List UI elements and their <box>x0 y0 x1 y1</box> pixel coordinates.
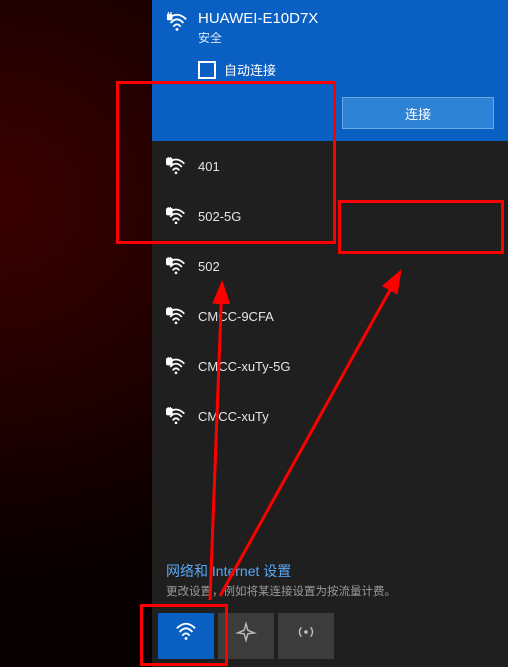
network-name: CMCC-xuTy-5G <box>198 359 290 374</box>
wifi-secured-icon <box>166 405 188 427</box>
quick-toggles <box>152 605 508 667</box>
wifi-secured-icon <box>166 255 188 277</box>
network-settings-desc: 更改设置，例如将某连接设置为按流量计费。 <box>152 581 508 605</box>
wifi-secured-icon <box>166 355 188 377</box>
network-name: 502-5G <box>198 209 241 224</box>
network-name: 502 <box>198 259 220 274</box>
network-item[interactable]: CMCC-xuTy <box>152 391 508 441</box>
network-item[interactable]: CMCC-xuTy-5G <box>152 341 508 391</box>
selected-network-panel[interactable]: HUAWEI-E10D7X 安全 自动连接 连接 <box>152 0 508 141</box>
network-settings-link[interactable]: 网络和 Internet 设置 <box>152 561 508 581</box>
network-item[interactable]: CMCC-9CFA <box>152 291 508 341</box>
network-name: CMCC-xuTy <box>198 409 269 424</box>
auto-connect-row[interactable]: 自动连接 <box>198 60 494 79</box>
airplane-toggle[interactable] <box>218 613 274 659</box>
connect-button[interactable]: 连接 <box>342 97 494 129</box>
wifi-secured-icon <box>166 305 188 327</box>
network-item[interactable]: 401 <box>152 141 508 191</box>
wifi-secured-icon <box>166 10 188 34</box>
network-item[interactable]: 502 <box>152 241 508 291</box>
selected-network-status: 安全 <box>198 29 318 46</box>
network-flyout: HUAWEI-E10D7X 安全 自动连接 连接 <box>152 0 508 667</box>
network-list: HUAWEI-E10D7X 安全 自动连接 连接 <box>152 0 508 559</box>
auto-connect-checkbox[interactable] <box>198 61 216 79</box>
selected-network-name: HUAWEI-E10D7X <box>198 10 318 27</box>
hotspot-toggle[interactable] <box>278 613 334 659</box>
wlan-toggle[interactable] <box>158 613 214 659</box>
network-name: CMCC-9CFA <box>198 309 274 324</box>
wifi-secured-icon <box>166 155 188 177</box>
network-item[interactable]: 502-5G <box>152 191 508 241</box>
wifi-secured-icon <box>166 205 188 227</box>
network-name: 401 <box>198 159 220 174</box>
auto-connect-label: 自动连接 <box>224 60 276 79</box>
